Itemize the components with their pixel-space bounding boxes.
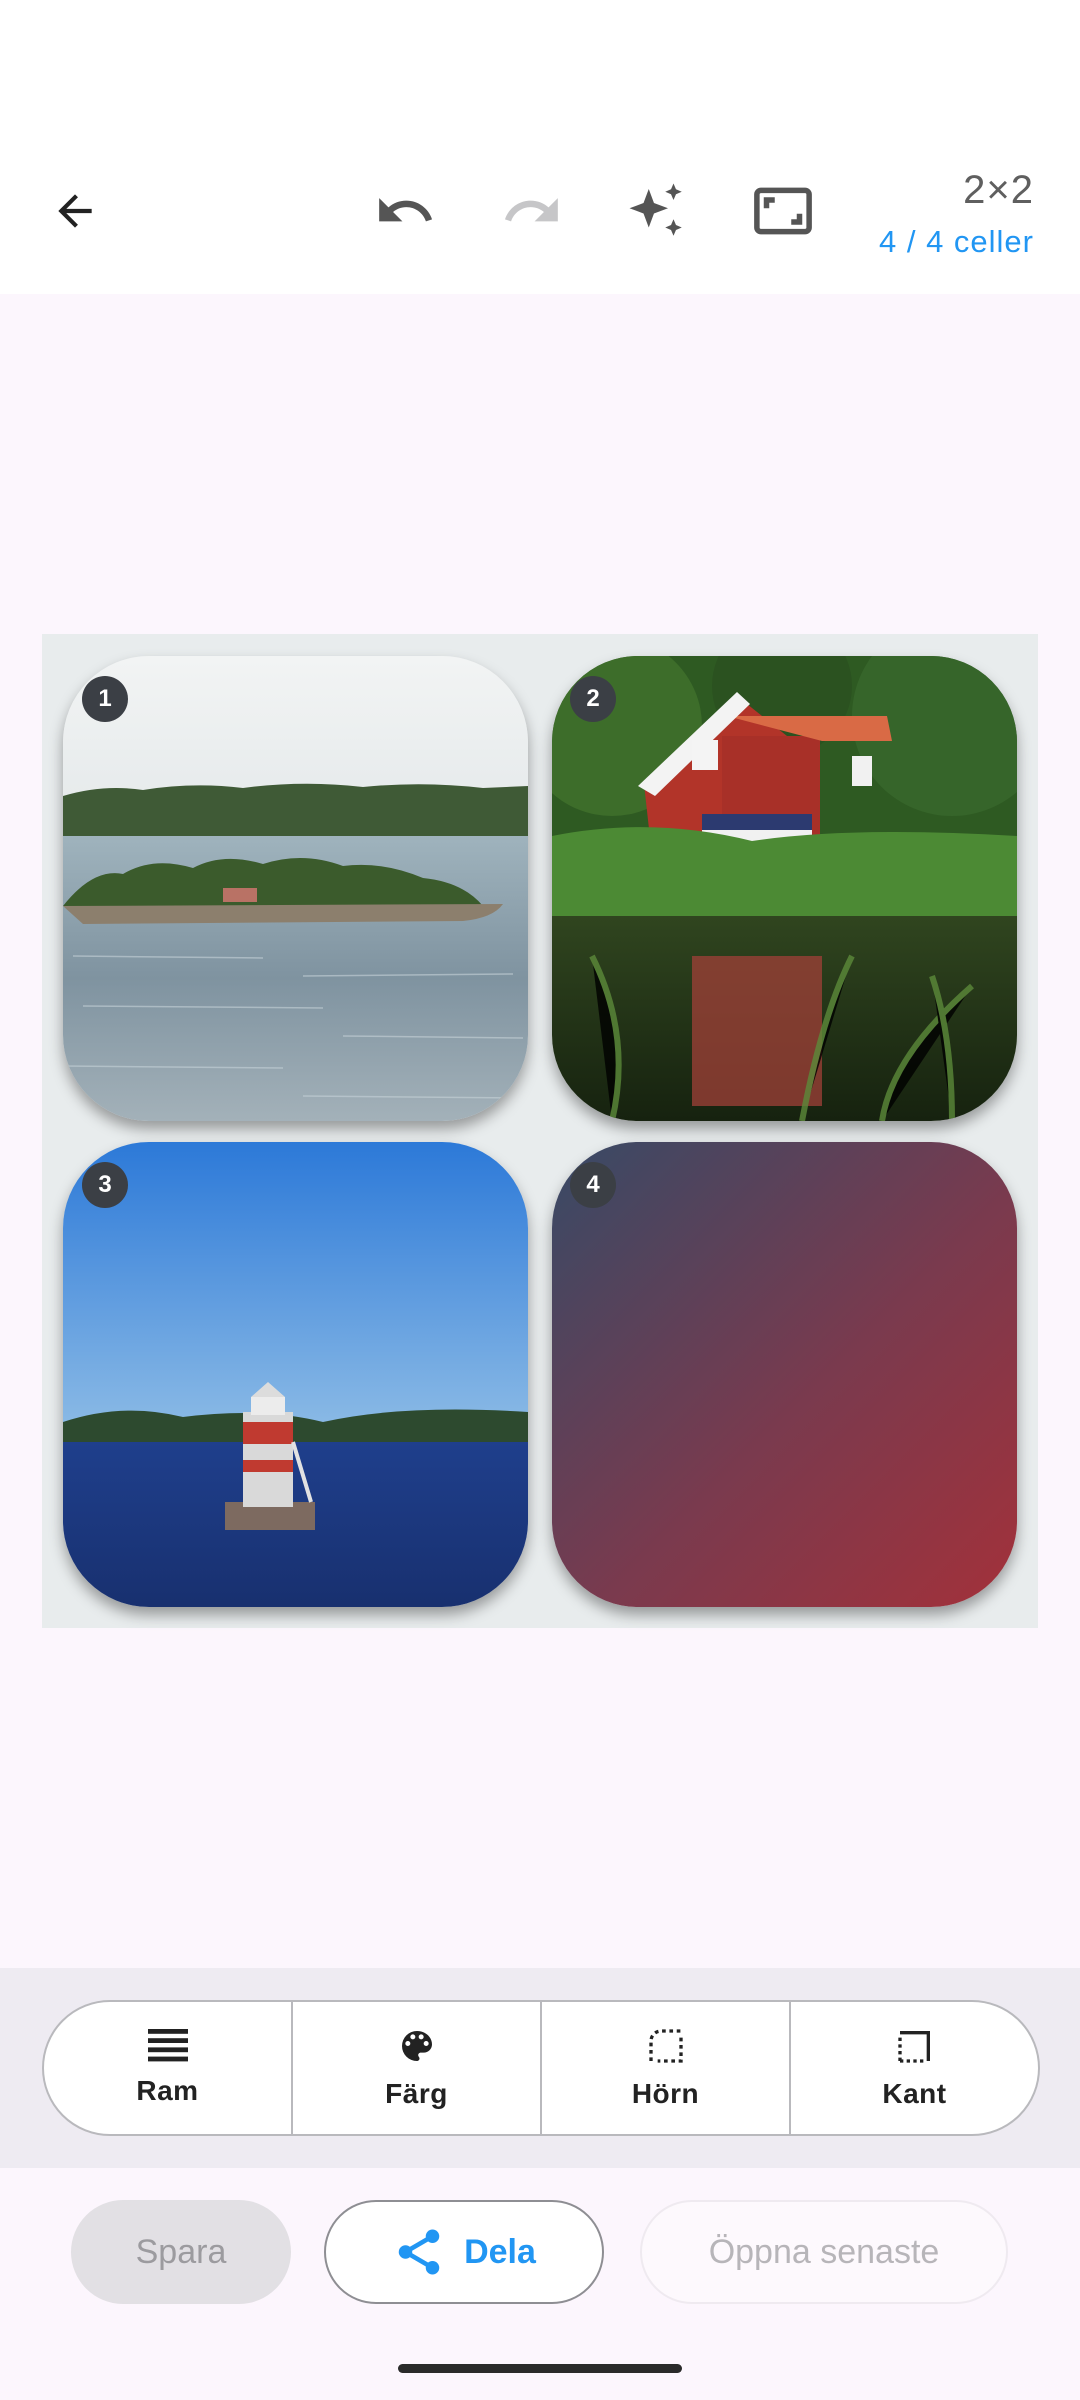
aspect-ratio-icon xyxy=(754,187,812,235)
tool-color-button[interactable]: Färg xyxy=(293,2002,542,2134)
tool-label: Färg xyxy=(385,2078,448,2109)
sparkles-icon xyxy=(629,183,682,236)
top-app-bar: 2×2 4 / 4 celler xyxy=(0,0,1080,294)
save-button[interactable]: Spara xyxy=(71,2200,291,2304)
tool-frame-button[interactable]: Ram xyxy=(44,2002,293,2134)
share-label: Dela xyxy=(464,2232,536,2271)
collage-cell-2[interactable] xyxy=(552,656,1017,1121)
redo-icon xyxy=(504,198,558,222)
redo-button[interactable] xyxy=(487,166,577,256)
corner-icon xyxy=(648,2029,683,2063)
archipelago-photo xyxy=(63,656,528,1121)
home-indicator[interactable] xyxy=(398,2364,682,2373)
tool-border-button[interactable]: Kant xyxy=(791,2002,1038,2134)
cell-number-badge: 3 xyxy=(82,1162,128,1208)
tool-label: Hörn xyxy=(631,2078,700,2109)
tool-label: Kant xyxy=(882,2078,947,2109)
grid-size-label: 2×2 xyxy=(963,168,1034,212)
fit-button[interactable] xyxy=(738,166,828,256)
border-icon xyxy=(897,2031,930,2063)
collage-cell-1[interactable] xyxy=(63,656,528,1121)
collage-cell-3[interactable] xyxy=(63,1142,528,1607)
cell-number-badge: 1 xyxy=(82,676,128,722)
arrow-left-icon xyxy=(58,194,92,228)
tool-segmented-control: Ram Färg Hörn Kant xyxy=(42,2000,1040,2136)
cell-number-badge: 4 xyxy=(570,1162,616,1208)
auto-enhance-button[interactable] xyxy=(612,166,702,256)
collage-cell-4[interactable] xyxy=(552,1142,1017,1607)
undo-button[interactable] xyxy=(360,166,450,256)
share-icon xyxy=(398,2229,440,2275)
open-recent-button[interactable]: Öppna senaste xyxy=(640,2200,1008,2304)
undo-icon xyxy=(379,198,433,222)
tool-corner-button[interactable]: Hörn xyxy=(542,2002,791,2134)
cell-number-badge: 2 xyxy=(570,676,616,722)
share-button[interactable]: Dela xyxy=(324,2200,604,2304)
red-house-photo xyxy=(552,656,1017,1121)
grid-info[interactable]: 2×2 4 / 4 celler xyxy=(879,166,1034,264)
back-button[interactable] xyxy=(30,166,120,256)
tool-panel: Ram Färg Hörn Kant xyxy=(0,1968,1080,2168)
collage-canvas: 1 2 3 4 xyxy=(42,634,1038,1628)
tool-label: Ram xyxy=(136,2075,199,2106)
lines-icon xyxy=(147,2029,188,2062)
lighthouse-photo xyxy=(63,1142,528,1607)
cell-count-label: 4 / 4 celler xyxy=(878,224,1034,259)
palette-icon xyxy=(401,2031,432,2061)
